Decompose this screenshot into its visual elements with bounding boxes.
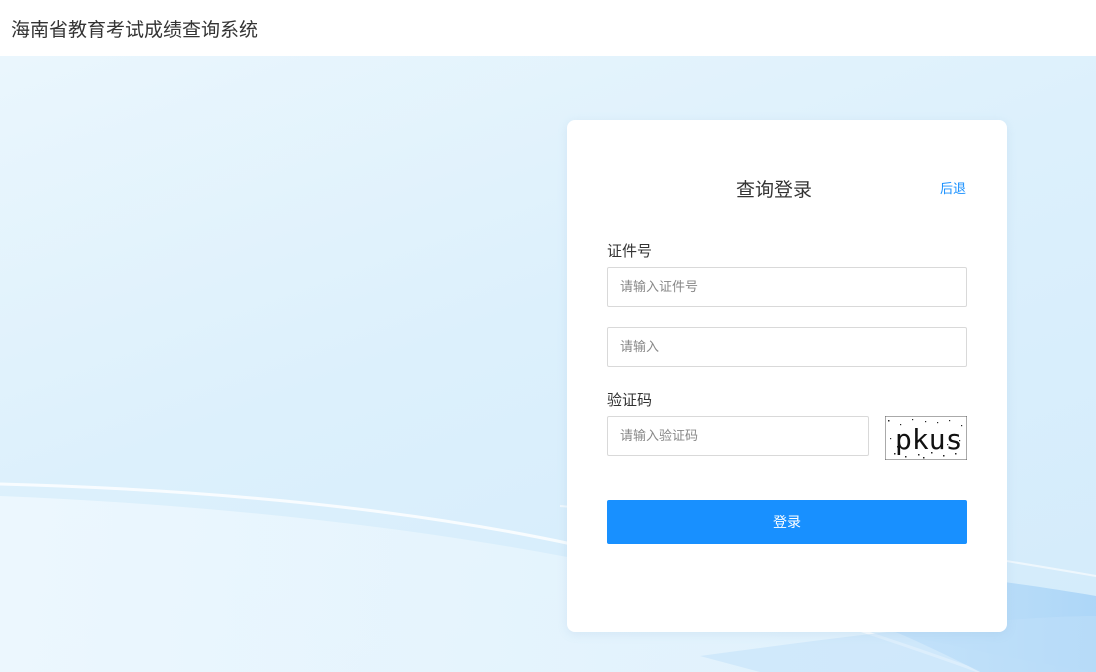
page-title: 海南省教育考试成绩查询系统 (11, 18, 259, 41)
id-number-label: 证件号 (607, 242, 653, 260)
captcha-input[interactable] (607, 416, 869, 456)
captcha-label: 验证码 (607, 391, 653, 409)
captcha-image[interactable]: pkus (884, 415, 968, 461)
id-number-input[interactable] (607, 267, 967, 307)
app-header: 海南省教育考试成绩查询系统 (0, 0, 1096, 56)
back-link[interactable]: 后退 (940, 178, 966, 197)
login-title: 查询登录 (735, 179, 812, 201)
login-button[interactable]: 登录 (607, 500, 967, 544)
captcha-text: pkus (895, 423, 962, 456)
login-card: 查询登录 后退 证件号 验证码 pkus 登录 (567, 120, 1007, 632)
second-input[interactable] (607, 327, 967, 367)
